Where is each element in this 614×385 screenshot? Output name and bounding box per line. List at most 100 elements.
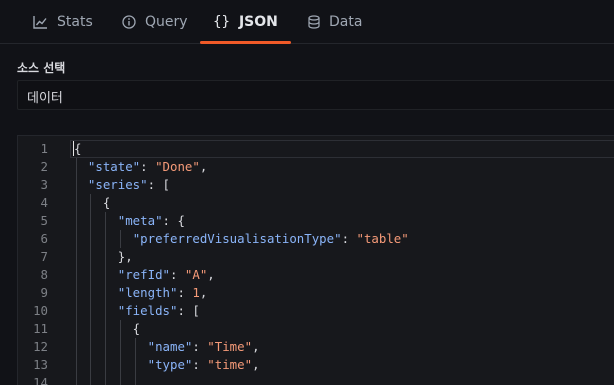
json-punct: [73, 357, 148, 372]
json-punct: :: [169, 267, 185, 282]
tab-data[interactable]: Data: [308, 0, 362, 44]
code-line: 11 {: [18, 320, 614, 338]
code-line: 10 "fields": [: [18, 302, 614, 320]
code-line: 14: [18, 374, 614, 385]
code-text: "meta": {: [73, 212, 185, 230]
json-punct: :: [192, 357, 208, 372]
code-line: 6 "preferredVisualisationType": "table": [18, 230, 614, 248]
braces-icon: {}: [213, 14, 230, 30]
source-select-label: 소스 선택: [17, 61, 66, 75]
json-value: "table": [356, 231, 409, 246]
line-number: 2: [40, 159, 48, 174]
json-value: "Time": [207, 339, 253, 354]
json-punct: : [: [147, 177, 170, 192]
json-punct: :: [140, 159, 156, 174]
line-number: 8: [40, 267, 48, 282]
line-number: 14: [33, 375, 48, 385]
json-punct: [73, 177, 88, 192]
chart-line-icon: [33, 15, 48, 29]
json-punct: : [: [177, 303, 200, 318]
tab-json[interactable]: {} JSON: [200, 0, 291, 44]
tab-label: Stats: [57, 14, 93, 30]
json-key: "name": [147, 339, 193, 354]
source-select-value: 데이터: [27, 91, 63, 106]
json-key: "series": [87, 177, 148, 192]
json-punct: :: [192, 339, 208, 354]
tab-stats[interactable]: Stats: [33, 0, 93, 44]
code-line: 1{: [18, 140, 614, 158]
json-key: "meta": [117, 213, 163, 228]
code-text: "length": 1,: [73, 284, 208, 302]
json-punct: ,: [252, 339, 260, 354]
json-key: "type": [147, 357, 193, 372]
json-punct: [73, 159, 88, 174]
tab-label: Query: [145, 14, 188, 30]
code-text: "series": [: [73, 176, 170, 194]
json-key: "length": [117, 285, 178, 300]
json-value: "A": [184, 267, 208, 282]
json-punct: :: [177, 285, 193, 300]
json-punct: :: [341, 231, 357, 246]
line-number: 9: [40, 285, 48, 300]
json-punct: [73, 303, 118, 318]
json-punct: [73, 213, 118, 228]
json-punct: ,: [207, 267, 215, 282]
info-icon: [122, 15, 136, 29]
line-number: 1: [40, 141, 48, 156]
code-line: 2 "state": "Done",: [18, 158, 614, 176]
line-number: 13: [33, 357, 48, 372]
code-text: },: [73, 248, 133, 266]
json-value: "time": [207, 357, 253, 372]
code-line: 8 "refId": "A",: [18, 266, 614, 284]
json-key: "state": [87, 159, 141, 174]
json-punct: [73, 267, 118, 282]
line-number: 11: [33, 321, 48, 336]
code-text: "preferredVisualisationType": "table": [73, 230, 409, 248]
code-line: 12 "name": "Time",: [18, 338, 614, 356]
source-select[interactable]: 데이터: [17, 80, 614, 110]
code-text: "name": "Time",: [73, 338, 260, 356]
code-text: {: [73, 140, 82, 158]
code-text: "type": "time",: [73, 356, 260, 374]
line-number: 6: [40, 231, 48, 246]
json-punct: ,: [199, 285, 208, 300]
active-tab-indicator: [200, 41, 291, 44]
tab-query[interactable]: Query: [122, 0, 188, 44]
code-text: "fields": [: [73, 302, 200, 320]
json-punct: {: [73, 141, 82, 156]
line-number: 7: [40, 249, 48, 264]
json-key: "refId": [117, 267, 170, 282]
code-line: 3 "series": [: [18, 176, 614, 194]
tab-label: Data: [329, 14, 363, 30]
json-value: 1: [192, 285, 200, 300]
json-editor[interactable]: 1{2 "state": "Done", 3 "series": [4 {5 "m…: [17, 135, 614, 385]
tab-bar: Stats Query {} JSON Data: [0, 0, 614, 44]
json-punct: {: [73, 195, 111, 210]
code-text: {: [73, 320, 140, 338]
code-line: 4 {: [18, 194, 614, 212]
json-punct: [73, 339, 148, 354]
tab-label: JSON: [238, 14, 278, 30]
json-punct: [73, 231, 133, 246]
line-number: 12: [33, 339, 48, 354]
json-punct: : {: [162, 213, 185, 228]
code-line: 13 "type": "time",: [18, 356, 614, 374]
code-line: 9 "length": 1,: [18, 284, 614, 302]
code-text: {: [73, 194, 110, 212]
code-line: 5 "meta": {: [18, 212, 614, 230]
line-number: 5: [40, 213, 48, 228]
json-punct: },: [73, 249, 133, 264]
json-punct: ,: [199, 159, 208, 174]
json-key: "preferredVisualisationType": [132, 231, 342, 246]
line-number: 4: [40, 195, 48, 210]
json-punct: {: [73, 321, 141, 336]
json-punct: [73, 285, 118, 300]
json-value: "Done": [155, 159, 200, 174]
code-line: 7 },: [18, 248, 614, 266]
code-text: "refId": "A",: [73, 266, 215, 284]
line-number: 3: [40, 177, 48, 192]
json-punct: ,: [252, 357, 260, 372]
code-text: "state": "Done",: [73, 158, 207, 176]
line-number: 10: [33, 303, 48, 318]
json-key: "fields": [117, 303, 178, 318]
